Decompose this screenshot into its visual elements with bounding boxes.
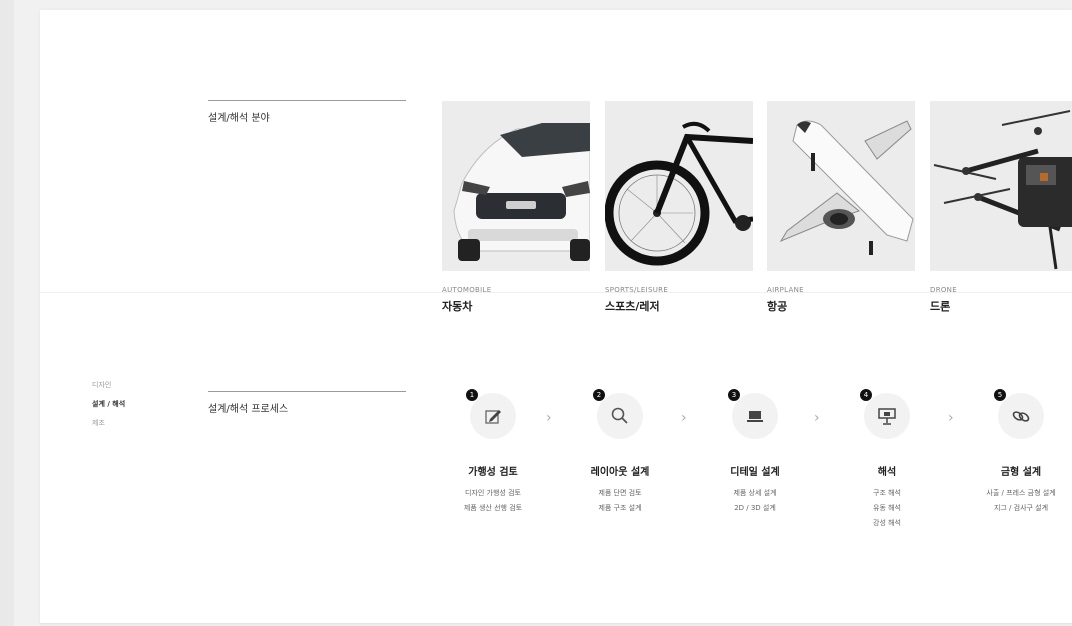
step-desc-line: 제품 구조 설계 [598, 504, 642, 512]
side-nav-item-design[interactable]: 디자인 [92, 376, 125, 395]
page-left-edge [0, 0, 14, 626]
section-fields-title: 설계/해석 분야 [208, 113, 270, 124]
drone-image [930, 101, 1072, 271]
step-desc: 디자인 가행성 검토 제품 생산 선행 검토 [438, 486, 548, 516]
field-card-automobile[interactable]: AUTOMOBILE 자동차 [442, 101, 590, 314]
step-desc: 사출 / 프레스 금형 설계 지그 / 검사구 설계 [966, 486, 1072, 516]
step-desc: 구조 해석 유동 해석 강성 해석 [832, 486, 942, 531]
field-label-en: SPORTS/LEISURE [605, 286, 669, 294]
step-icon-circle: 4 [860, 389, 910, 439]
chevron-right-icon: › [814, 410, 820, 426]
step-number: 4 [860, 389, 872, 401]
chevron-right-icon: › [681, 410, 687, 426]
step-number: 5 [994, 389, 1006, 401]
pencil-icon [485, 410, 501, 424]
step-desc-line: 구조 해석 [873, 489, 901, 497]
side-nav-item-manufacturing[interactable]: 제조 [92, 414, 125, 433]
section-process-title: 설계/해석 프로세스 [208, 404, 289, 415]
process-step-1: 1 가행성 검토 디자인 가행성 검토 제품 생산 선행 검토 [438, 389, 548, 516]
field-label-en: AUTOMOBILE [442, 286, 492, 294]
field-label-en: DRONE [930, 286, 957, 294]
bicycle-image [605, 101, 753, 271]
step-desc-line: 제품 단면 검토 [598, 489, 642, 497]
field-label-en: AIRPLANE [767, 286, 804, 294]
step-desc-line: 지그 / 검사구 설계 [993, 504, 1049, 512]
section-process-head: 설계/해석 프로세스 [208, 391, 406, 415]
car-image [442, 101, 590, 271]
field-label-ko: 스포츠/레저 [605, 300, 660, 313]
field-label-ko: 드론 [930, 300, 951, 313]
step-desc-line: 사출 / 프레스 금형 설계 [986, 489, 1056, 497]
step-title: 해석 [877, 467, 897, 478]
process-step-2: 2 레이아웃 설계 제품 단면 검토 제품 구조 설계 [565, 389, 675, 516]
airplane-image [767, 101, 915, 271]
side-nav-item-engineering[interactable]: 설계 / 해석 [92, 395, 125, 414]
presentation-icon [878, 408, 896, 425]
step-number: 2 [593, 389, 605, 401]
field-card-drone[interactable]: DRONE 드론 [930, 101, 1072, 314]
step-icon-circle: 5 [994, 389, 1044, 439]
process-step-4: 4 해석 구조 해석 유동 해석 강성 해석 [832, 389, 942, 531]
field-card-airplane[interactable]: AIRPLANE 항공 [767, 101, 915, 314]
chevron-right-icon: › [948, 410, 954, 426]
step-icon-circle: 3 [728, 389, 778, 439]
chevron-right-icon: › [546, 410, 552, 426]
search-icon [611, 407, 628, 424]
side-nav: 디자인 설계 / 해석 제조 [92, 376, 125, 433]
step-desc-line: 제품 생산 선행 검토 [463, 504, 523, 512]
step-desc-line: 강성 해석 [873, 519, 901, 527]
step-title: 금형 설계 [1000, 467, 1042, 478]
process-step-5: 5 금형 설계 사출 / 프레스 금형 설계 지그 / 검사구 설계 [966, 389, 1072, 516]
step-desc-line: 2D / 3D 설계 [734, 504, 776, 512]
card-bottom-line [40, 623, 1072, 624]
process-step-3: 3 디테일 설계 제품 상세 설계 2D / 3D 설계 [700, 389, 810, 516]
step-desc-line: 유동 해석 [873, 504, 901, 512]
step-desc-line: 제품 상세 설계 [733, 489, 777, 497]
field-label-ko: 항공 [767, 300, 788, 313]
field-label-ko: 자동차 [442, 300, 473, 313]
link-icon [1012, 411, 1030, 422]
step-icon-circle: 2 [593, 389, 643, 439]
step-title: 레이아웃 설계 [590, 467, 650, 478]
step-desc-line: 디자인 가행성 검토 [465, 489, 521, 497]
step-number: 1 [466, 389, 478, 401]
step-desc: 제품 단면 검토 제품 구조 설계 [565, 486, 675, 516]
step-title: 디테일 설계 [730, 467, 780, 478]
step-desc: 제품 상세 설계 2D / 3D 설계 [700, 486, 810, 516]
field-card-sports-leisure[interactable]: SPORTS/LEISURE 스포츠/레저 [605, 101, 753, 314]
laptop-icon [747, 411, 763, 422]
step-title: 가행성 검토 [468, 467, 518, 478]
content-card: 디자인 설계 / 해석 제조 설계/해석 분야 설계/해석 프로세스 AUTOM… [40, 10, 1072, 624]
step-number: 3 [728, 389, 740, 401]
step-icon-circle: 1 [466, 389, 516, 439]
section-fields-head: 설계/해석 분야 [208, 100, 406, 124]
